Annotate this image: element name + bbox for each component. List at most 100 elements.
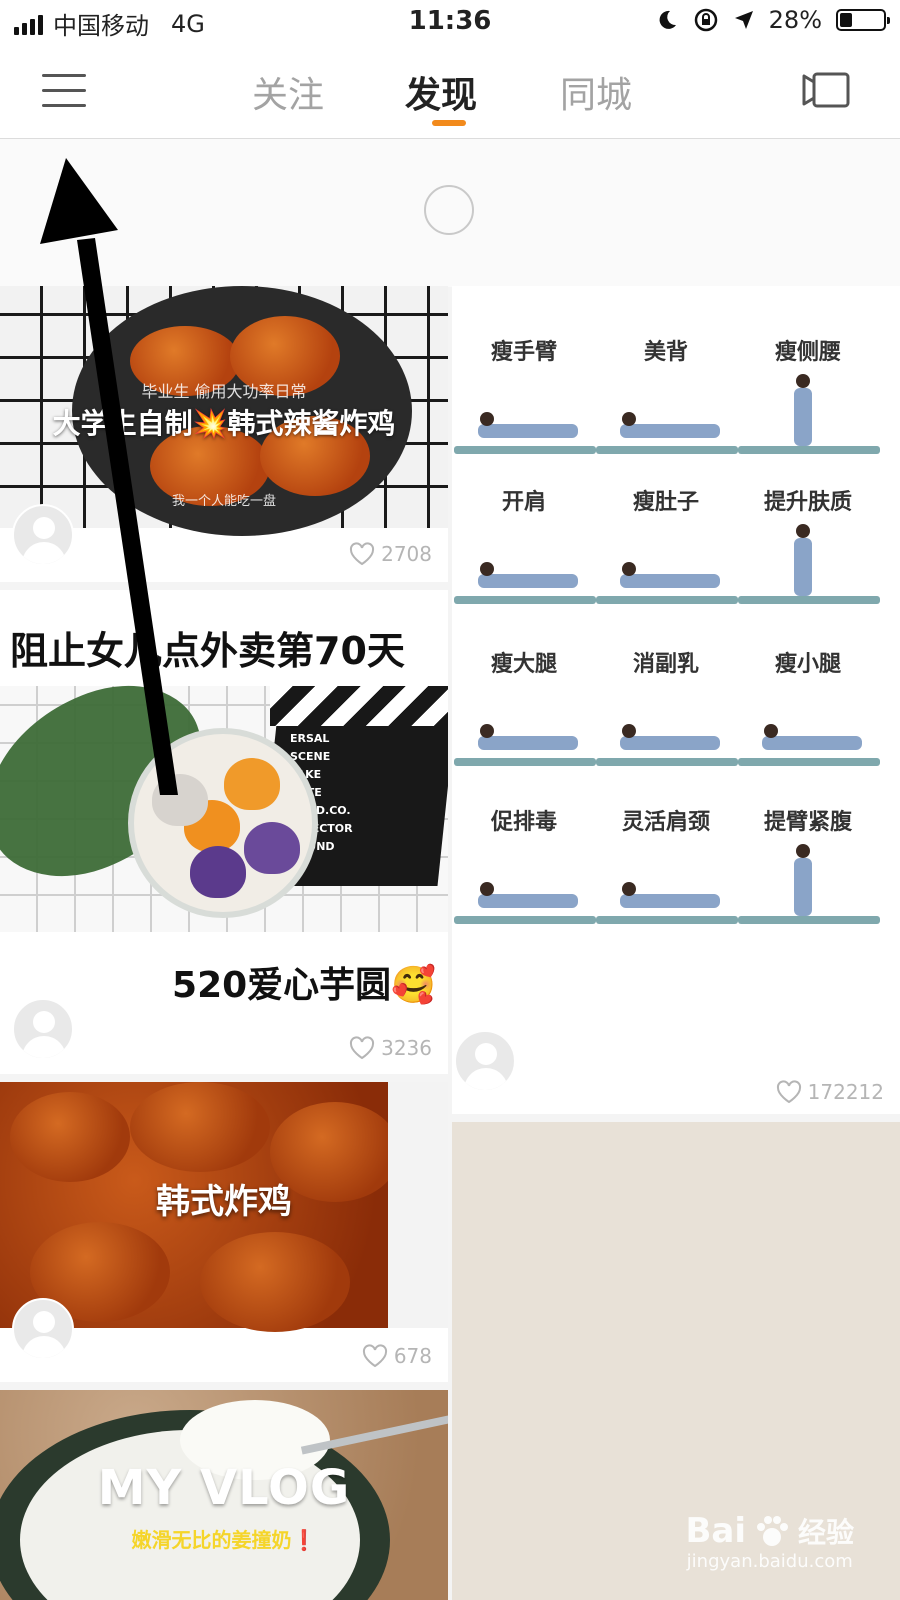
yoga-figure-head <box>796 524 810 538</box>
menu-icon[interactable] <box>42 74 86 108</box>
yoga-figure-head <box>764 724 778 738</box>
like-count: 2708 <box>381 542 432 566</box>
yoga-pose-label: 消副乳 <box>632 652 699 677</box>
yoga-figure-image <box>794 538 812 596</box>
cover-title: 韩式炸鸡 <box>156 1182 292 1222</box>
feed-card-chicken-2[interactable]: 韩式炸鸡 678 <box>0 1082 448 1382</box>
cover-caption-bottom: 我一个人能吃一盘 <box>171 494 276 509</box>
yoga-mat-image <box>738 596 880 604</box>
yoga-pose-label: 瘦侧腰 <box>774 340 841 365</box>
heart-icon <box>776 1080 801 1104</box>
loading-spinner-icon <box>424 185 474 235</box>
yoga-figure-image <box>762 736 862 750</box>
watermark-brand: Bai <box>685 1511 746 1551</box>
rotation-lock-icon <box>694 8 717 32</box>
yoga-mat-image <box>738 758 880 766</box>
avatar[interactable] <box>12 998 74 1060</box>
heart-icon <box>350 542 375 566</box>
yoga-figure-image <box>478 424 578 438</box>
yoga-figure-head <box>796 844 810 858</box>
like-button[interactable]: 172212 <box>776 1080 884 1104</box>
yoga-pose-label: 灵活肩颈 <box>621 810 710 835</box>
yoga-mat-image <box>738 446 880 454</box>
battery-percent: 28% <box>768 6 822 34</box>
yoga-mat-image <box>454 596 596 604</box>
yoga-figure-image <box>620 574 720 588</box>
watermark-brand-cn: 经验 <box>797 1516 854 1549</box>
yoga-figure-image <box>620 894 720 908</box>
yoga-pose-label: 瘦手臂 <box>490 340 557 365</box>
yoga-figure-head <box>622 412 636 426</box>
yoga-figure-image <box>620 736 720 750</box>
like-button[interactable]: 3236 <box>349 1036 432 1060</box>
tab-discover[interactable]: 发现 <box>405 66 477 118</box>
yoga-figure-head <box>622 882 636 896</box>
yoga-figure-head <box>622 724 636 738</box>
pull-to-refresh <box>0 139 900 287</box>
tab-nearby[interactable]: 同城 <box>560 66 632 118</box>
active-tab-indicator <box>432 120 466 126</box>
like-count: 172212 <box>807 1080 884 1104</box>
location-arrow-icon <box>734 11 753 29</box>
cover-caption-top: 毕业生 偷用大功率日常 <box>141 382 307 401</box>
top-nav-bar: 关注 发现 同城 <box>0 44 900 139</box>
yoga-figure-head <box>796 374 810 388</box>
yoga-mat-image <box>596 758 738 766</box>
tab-follow[interactable]: 关注 <box>252 66 324 118</box>
avatar[interactable] <box>12 1298 74 1360</box>
yoga-pose-label: 开肩 <box>501 490 546 515</box>
bowl-image <box>128 728 318 918</box>
battery-level <box>840 13 852 27</box>
yoga-pose-label: 提升肤质 <box>763 490 852 515</box>
yoga-figure-head <box>622 562 636 576</box>
feed-area[interactable]: 毕业生 偷用大功率日常 大学生自制💥韩式辣酱炸鸡 我一个人能吃一盘 2708 阻… <box>0 139 900 1600</box>
card-cover-image: 韩式炸鸡 <box>0 1082 448 1332</box>
status-bar: 中国移动 4G 11:36 28% <box>0 0 900 44</box>
cover-subtitle: 嫩滑无比的姜撞奶❗ <box>131 1528 317 1552</box>
yoga-figure-image <box>478 736 578 750</box>
yoga-mat-image <box>738 916 880 924</box>
yoga-figure-image <box>794 388 812 446</box>
yoga-pose-label: 瘦小腿 <box>774 652 841 677</box>
yoga-mat-image <box>454 916 596 924</box>
baidu-watermark: Bai 经验 jingyan.baidu.com <box>685 1511 854 1572</box>
yoga-figure-head <box>480 412 494 426</box>
cover-title: 大学生自制💥韩式辣酱炸鸡 <box>52 407 396 440</box>
feed-card-ginger-milk[interactable]: MY VLOG 嫩滑无比的姜撞奶❗ <box>0 1390 448 1600</box>
card-title: 阻止女儿点外卖第70天 <box>10 629 405 673</box>
yoga-pose-label: 瘦肚子 <box>632 490 699 515</box>
paw-icon <box>756 1516 788 1546</box>
feed-card-chicken-1[interactable]: 毕业生 偷用大功率日常 大学生自制💥韩式辣酱炸鸡 我一个人能吃一盘 2708 <box>0 286 448 582</box>
yoga-pose-label: 提臂紧腹 <box>763 810 852 835</box>
yoga-pose-label: 瘦大腿 <box>490 652 557 677</box>
yoga-figure-head <box>480 882 494 896</box>
yoga-figure-image <box>478 894 578 908</box>
card-caption: 520爱心芋圆🥰 <box>172 965 436 1006</box>
avatar[interactable] <box>12 504 74 566</box>
feed-card-yoga[interactable]: 瘦手臂 美背 瘦侧腰开肩 瘦肚子 提升肤质瘦大腿 消副乳 瘦小腿促排毒 灵活肩颈 提臂紧腹 17… <box>452 286 900 1114</box>
yoga-mat-image <box>596 916 738 924</box>
yoga-figure-head <box>480 724 494 738</box>
yoga-figure-image <box>794 858 812 916</box>
moon-icon <box>659 10 676 29</box>
yoga-pose-label: 促排毒 <box>490 810 557 835</box>
heart-icon <box>362 1344 387 1368</box>
card-cover-image: 毕业生 偷用大功率日常 大学生自制💥韩式辣酱炸鸡 我一个人能吃一盘 <box>0 286 448 536</box>
yoga-mat-image <box>454 446 596 454</box>
card-cover-image: ERSAL SCENE TAKE DATE PROD.CO. DIRECTOR … <box>0 661 448 932</box>
camera-icon[interactable] <box>802 72 850 108</box>
watermark-url: jingyan.baidu.com <box>686 1551 853 1572</box>
feed-card-taro-balls[interactable]: 阻止女儿点外卖第70天 ERSAL SCENE TAKE DATE PROD.C… <box>0 590 448 1074</box>
yoga-mat-image <box>596 446 738 454</box>
status-right: 28% <box>655 6 890 34</box>
yoga-figure-head <box>480 562 494 576</box>
yoga-figure-image <box>478 574 578 588</box>
like-button[interactable]: 2708 <box>349 542 432 566</box>
card-cover-image: MY VLOG 嫩滑无比的姜撞奶❗ <box>0 1390 448 1600</box>
avatar[interactable] <box>454 1030 516 1092</box>
cover-title: MY VLOG <box>97 1460 351 1516</box>
yoga-pose-label: 美背 <box>643 340 688 365</box>
battery-icon <box>836 9 890 31</box>
like-count: 3236 <box>381 1036 432 1060</box>
like-button[interactable]: 678 <box>362 1344 432 1368</box>
